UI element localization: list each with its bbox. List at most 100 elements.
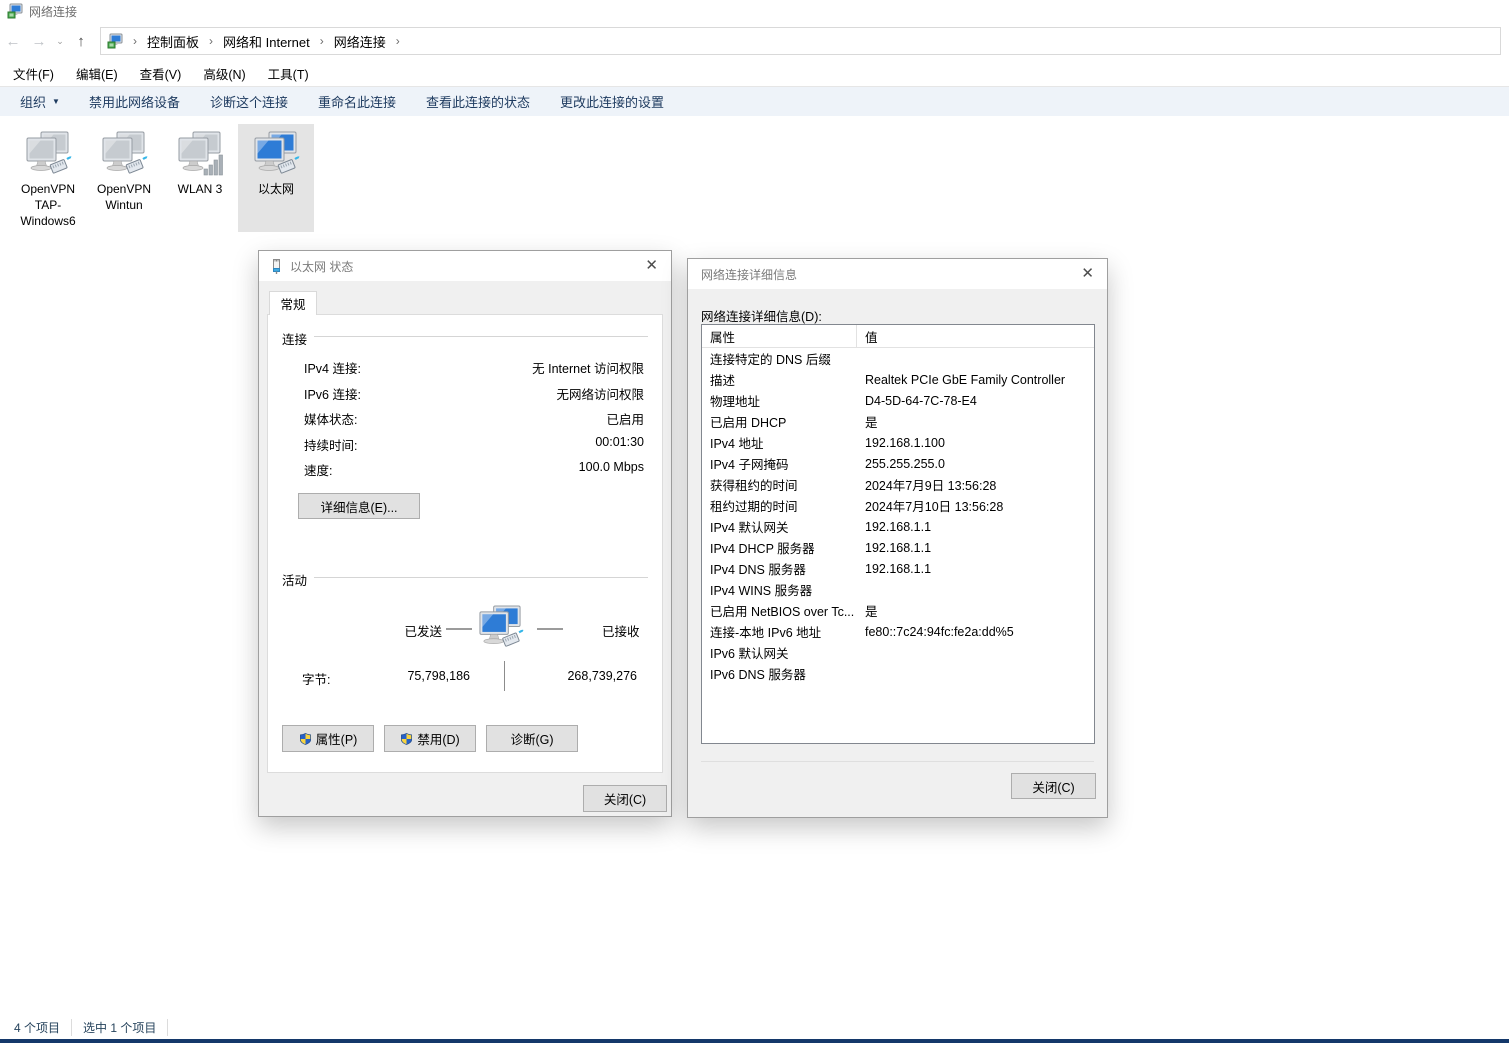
menu-item[interactable]: 工具(T) <box>257 64 320 83</box>
property-cell: 连接-本地 IPv6 地址 <box>702 622 857 641</box>
connection-row-label: IPv6 连接: <box>304 384 361 403</box>
adapter-name: 以太网 <box>238 181 314 200</box>
ethernet-plug-icon <box>269 258 284 275</box>
diagnose-button[interactable]: 诊断(G) <box>486 725 578 752</box>
tab-general[interactable]: 常规 <box>269 291 317 315</box>
address-bar[interactable]: › 控制面板 › 网络和 Internet › 网络连接 › <box>100 27 1501 55</box>
connection-group-label: 连接 <box>282 329 307 348</box>
details-row[interactable]: 已启用 DHCP 是 <box>702 411 1094 432</box>
close-button[interactable]: 关闭(C) <box>1011 773 1096 799</box>
details-row[interactable]: 连接特定的 DNS 后缀 <box>702 348 1094 369</box>
property-cell: IPv4 默认网关 <box>702 517 857 536</box>
connection-row: IPv6 连接: 无网络访问权限 <box>268 379 662 405</box>
properties-button[interactable]: 属性(P) <box>282 725 374 752</box>
items-count: 4 个项目 <box>14 1019 72 1036</box>
details-row[interactable]: IPv4 DNS 服务器 192.168.1.1 <box>702 558 1094 579</box>
details-button[interactable]: 详细信息(E)... <box>298 493 420 519</box>
recent-locations-chevron-icon[interactable]: ⌄ <box>52 36 68 47</box>
details-row[interactable]: 连接-本地 IPv6 地址 fe80::7c24:94fc:fe2a:dd%5 <box>702 621 1094 642</box>
property-cell: IPv4 DHCP 服务器 <box>702 538 857 557</box>
details-row[interactable]: 物理地址 D4-5D-64-7C-78-E4 <box>702 390 1094 411</box>
toolbar-command[interactable]: 更改此连接的设置 <box>545 92 679 111</box>
connection-row-label: IPv4 连接: <box>304 358 361 377</box>
details-listview[interactable]: 属性 值 连接特定的 DNS 后缀 描述 Realtek PCIe GbE Fa… <box>701 324 1095 744</box>
connection-row-value: 100.0 Mbps <box>579 460 644 474</box>
value-cell: 192.168.1.1 <box>857 562 931 576</box>
menu-item[interactable]: 编辑(E) <box>65 64 129 83</box>
location-icon <box>107 33 123 49</box>
breadcrumb-separator: › <box>390 34 406 48</box>
details-row[interactable]: 租约过期的时间 2024年7月10日 13:56:28 <box>702 495 1094 516</box>
connection-row-value: 已启用 <box>606 409 644 428</box>
dialog-divider <box>701 761 1094 762</box>
sent-label: 已发送 <box>386 621 442 640</box>
column-header-property[interactable]: 属性 <box>702 325 857 347</box>
forward-icon[interactable]: → <box>26 33 52 50</box>
uac-shield-icon <box>299 732 312 746</box>
back-icon[interactable]: ← <box>0 33 26 50</box>
disable-button[interactable]: 禁用(D) <box>384 725 476 752</box>
window-title: 网络连接 <box>29 3 77 20</box>
taskbar-edge <box>0 1039 1509 1043</box>
menu-item[interactable]: 文件(F) <box>2 64 65 83</box>
details-row[interactable]: IPv4 默认网关 192.168.1.1 <box>702 516 1094 537</box>
activity-group-label: 活动 <box>282 570 307 589</box>
adapter-tile[interactable]: 以太网 <box>238 124 314 232</box>
value-cell: 192.168.1.1 <box>857 541 931 555</box>
toolbar-command[interactable]: 禁用此网络设备 <box>74 92 195 111</box>
value-cell: Realtek PCIe GbE Family Controller <box>857 373 1065 387</box>
details-row[interactable]: IPv6 默认网关 <box>702 642 1094 663</box>
property-cell: IPv6 DNS 服务器 <box>702 664 857 683</box>
selected-count: 选中 1 个项目 <box>83 1019 168 1036</box>
toolbar-command[interactable]: 诊断这个连接 <box>195 92 303 111</box>
breadcrumb-item[interactable]: 网络连接 <box>330 32 390 51</box>
details-row[interactable]: 已启用 NetBIOS over Tc... 是 <box>702 600 1094 621</box>
dialog-title: 以太网 状态 <box>290 258 353 275</box>
connection-row: 速度: 100.0 Mbps <box>268 455 662 481</box>
adapter-tile[interactable]: OpenVPN TAP-Windows6 <box>10 124 86 232</box>
close-icon[interactable]: ✕ <box>645 256 658 276</box>
adapter-tile[interactable]: OpenVPN Wintun <box>86 124 162 232</box>
property-cell: 连接特定的 DNS 后缀 <box>702 349 857 368</box>
navigation-bar: ← → ⌄ ↑ › 控制面板 › 网络和 Internet <box>0 22 1509 60</box>
bytes-divider <box>504 661 505 691</box>
details-row[interactable]: IPv4 DHCP 服务器 192.168.1.1 <box>702 537 1094 558</box>
dialog-titlebar: 以太网 状态 ✕ <box>259 251 671 281</box>
general-tab-page: 连接 IPv4 连接: 无 Internet 访问权限 IPv6 连接: 无网络… <box>267 314 663 773</box>
toolbar-command[interactable]: 查看此连接的状态 <box>411 92 545 111</box>
value-cell: 192.168.1.1 <box>857 520 931 534</box>
command-toolbar: 组织 ▼ 禁用此网络设备 诊断这个连接 重命名此连接 查看此连接的状态 更改此连… <box>0 86 1509 116</box>
breadcrumb-item[interactable]: 控制面板 <box>143 32 203 51</box>
up-icon[interactable]: ↑ <box>68 33 94 50</box>
group-divider <box>314 336 648 337</box>
connection-row: IPv4 连接: 无 Internet 访问权限 <box>268 353 662 379</box>
organize-dropdown[interactable]: 组织 ▼ <box>0 92 74 111</box>
close-button[interactable]: 关闭(C) <box>583 785 667 812</box>
menu-item[interactable]: 高级(N) <box>192 64 256 83</box>
group-divider <box>314 577 648 578</box>
breadcrumb-separator: › <box>203 34 219 48</box>
adapter-name: OpenVPN TAP-Windows6 <box>10 181 86 232</box>
details-row[interactable]: IPv4 WINS 服务器 <box>702 579 1094 600</box>
menu-item[interactable]: 查看(V) <box>129 64 193 83</box>
details-row[interactable]: IPv6 DNS 服务器 <box>702 663 1094 684</box>
toolbar-command[interactable]: 重命名此连接 <box>303 92 411 111</box>
connection-row-value: 无 Internet 访问权限 <box>532 358 644 377</box>
close-icon[interactable]: ✕ <box>1081 264 1094 284</box>
connection-row-label: 媒体状态: <box>304 409 357 428</box>
chevron-down-icon: ▼ <box>52 97 60 106</box>
details-row[interactable]: 描述 Realtek PCIe GbE Family Controller <box>702 369 1094 390</box>
ethernet-status-dialog: 以太网 状态 ✕ 常规 连接 IPv4 连接: 无 Internet 访问权限 … <box>258 250 672 817</box>
adapter-name: OpenVPN Wintun <box>86 181 162 216</box>
column-header-value[interactable]: 值 <box>857 327 878 346</box>
adapter-tile[interactable]: WLAN 3 <box>162 124 238 232</box>
property-cell: 租约过期的时间 <box>702 496 857 515</box>
details-list-label: 网络连接详细信息(D): <box>701 306 822 325</box>
details-row[interactable]: 获得租约的时间 2024年7月9日 13:56:28 <box>702 474 1094 495</box>
connection-rows: IPv4 连接: 无 Internet 访问权限 IPv6 连接: 无网络访问权… <box>268 353 662 481</box>
breadcrumb-item[interactable]: 网络和 Internet <box>219 32 314 51</box>
details-row[interactable]: IPv4 子网掩码 255.255.255.0 <box>702 453 1094 474</box>
property-cell: 描述 <box>702 370 857 389</box>
details-row[interactable]: IPv4 地址 192.168.1.100 <box>702 432 1094 453</box>
value-cell: 2024年7月9日 13:56:28 <box>857 475 996 494</box>
